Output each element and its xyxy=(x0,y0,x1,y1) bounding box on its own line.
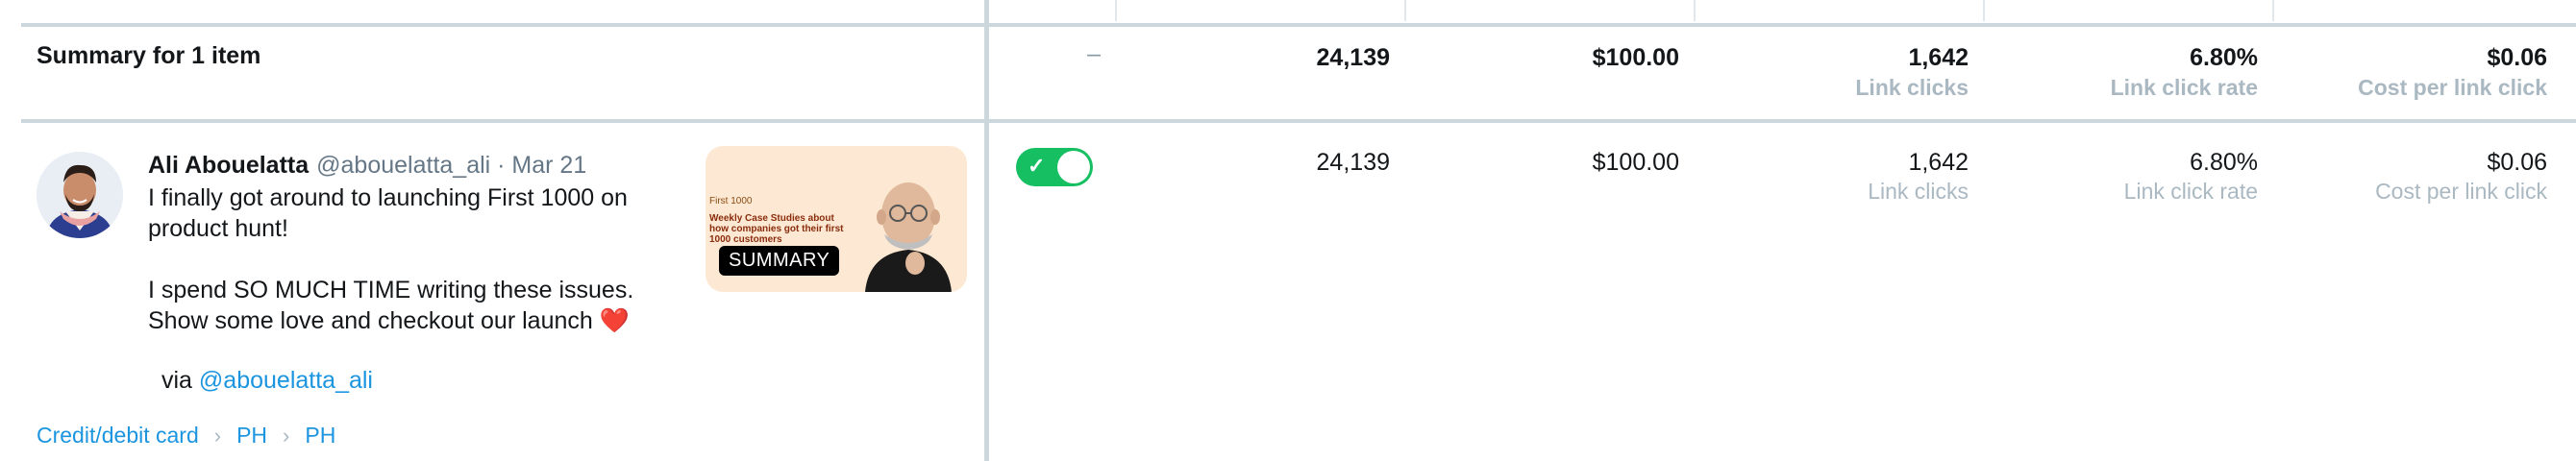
chevron-right-icon: › xyxy=(213,423,222,448)
ad-status-toggle[interactable]: ✓ xyxy=(1016,148,1093,186)
breadcrumb: Credit/debit card › PH › PH xyxy=(37,423,335,449)
check-icon: ✓ xyxy=(1028,154,1046,178)
breadcrumb-item-campaign[interactable]: PH xyxy=(236,423,267,449)
summary-label: Summary for 1 item xyxy=(37,42,261,69)
summary-bottom-divider xyxy=(21,119,2576,123)
tweet-header: Ali Abouelatta @abouelatta_ali · Mar 21 xyxy=(148,152,586,180)
column-divider xyxy=(1694,0,1696,21)
summary-link-clicks-label: Link clicks xyxy=(1855,75,1969,100)
via-handle-link[interactable]: @abouelatta_ali xyxy=(199,367,373,394)
column-divider xyxy=(2272,0,2274,21)
summary-link-clicks: 1,642 xyxy=(1908,44,1969,71)
tweet-author-name[interactable]: Ali Abouelatta xyxy=(148,152,309,179)
summary-spend: $100.00 xyxy=(1592,44,1679,71)
toggle-knob xyxy=(1057,151,1090,183)
header-bottom-divider xyxy=(21,23,2576,27)
summary-cost-per-link-click: $0.06 xyxy=(2487,44,2547,71)
via-label: via xyxy=(161,367,192,394)
tweet-text-paragraph: I finally got around to launching First … xyxy=(148,184,628,242)
row-link-clicks: 1,642 xyxy=(1908,149,1969,176)
summary-impressions: 24,139 xyxy=(1316,44,1390,71)
breadcrumb-item-ad-group[interactable]: PH xyxy=(305,423,335,449)
tweet-text-paragraph: I spend SO MUCH TIME writing these issue… xyxy=(148,277,634,334)
row-cost-per-link-click: $0.06 xyxy=(2487,149,2547,176)
row-cost-per-link-click-label: Cost per link click xyxy=(2375,179,2547,204)
summary-link-click-rate: 6.80% xyxy=(2190,44,2258,71)
row-link-click-rate-label: Link click rate xyxy=(2123,179,2258,204)
breadcrumb-item-payment[interactable]: Credit/debit card xyxy=(37,423,199,449)
avatar[interactable] xyxy=(37,152,123,238)
row-link-click-rate: 6.80% xyxy=(2190,149,2258,176)
column-divider xyxy=(1115,0,1117,21)
frozen-column-divider xyxy=(984,0,989,461)
row-spend: $100.00 xyxy=(1592,149,1679,176)
media-title: Weekly Case Studies about how companies … xyxy=(709,213,844,245)
summary-status-dash: – xyxy=(1087,40,1101,67)
row-impressions: 24,139 xyxy=(1316,149,1390,176)
row-link-clicks-label: Link clicks xyxy=(1868,179,1969,204)
tweet-media-card[interactable]: First 1000 Weekly Case Studies about how… xyxy=(706,146,967,292)
bald-character-illustration xyxy=(865,182,952,292)
media-summary-badge: SUMMARY xyxy=(719,246,840,276)
avatar-illustration xyxy=(37,152,123,238)
tweet-via: via @abouelatta_ali xyxy=(161,367,373,395)
column-divider xyxy=(1404,0,1406,21)
tweet-author-meta[interactable]: @abouelatta_ali · Mar 21 xyxy=(316,152,586,179)
tweet-text: I finally got around to launching First … xyxy=(148,182,667,336)
summary-cost-per-link-click-label: Cost per link click xyxy=(2358,75,2547,100)
chevron-right-icon: › xyxy=(283,423,290,448)
media-small-label: First 1000 xyxy=(709,196,753,206)
summary-link-click-rate-label: Link click rate xyxy=(2110,75,2258,100)
column-divider xyxy=(1983,0,1985,21)
